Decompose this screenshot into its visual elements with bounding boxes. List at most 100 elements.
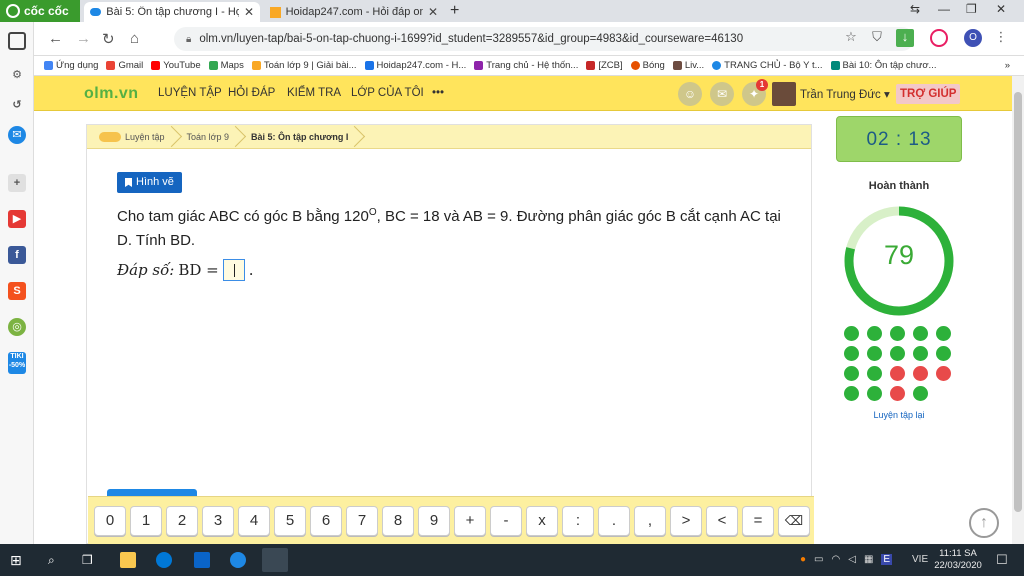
task-view-icon[interactable]: ❒ — [82, 552, 98, 568]
bookmarks-more-button[interactable]: » — [1005, 60, 1010, 71]
address-bar[interactable]: 🔒︎ olm.vn/luyen-tap/bai-5-on-tap-chuong-… — [174, 27, 914, 51]
back-arrow-icon[interactable]: ← — [48, 30, 63, 47]
nav-kiem-tra[interactable]: KIỂM TRA — [287, 87, 341, 99]
retry-link[interactable]: Luyện tập lại — [836, 410, 962, 420]
youtube-icon[interactable]: ▶ — [8, 210, 26, 228]
answer-input[interactable] — [222, 259, 245, 281]
tab-close-icon[interactable]: ✕ — [244, 5, 254, 19]
keypad-key[interactable]: 4 — [238, 505, 270, 536]
keypad-key[interactable]: - — [490, 505, 522, 536]
keyboard-icon[interactable]: ▦ — [864, 554, 873, 565]
bookmark-youtube[interactable]: YouTube — [151, 60, 201, 71]
unikey-icon[interactable]: E — [881, 554, 893, 565]
messenger-icon[interactable]: ✉ — [8, 126, 26, 144]
notifications-icon[interactable]: ☐ — [996, 552, 1012, 568]
keypad-key[interactable]: + — [454, 505, 486, 536]
keypad-key[interactable]: 0 — [94, 505, 126, 536]
avatar[interactable] — [772, 82, 796, 106]
keypad-key[interactable]: 5 — [274, 505, 306, 536]
bookmark-toan-lop-9[interactable]: Toán lớp 9 | Giải bài... — [251, 60, 357, 71]
tab-olm[interactable]: Bài 5: Ôn tập chương I - Học ✕ — [84, 2, 260, 22]
chat-icon[interactable]: ✉ — [710, 82, 734, 106]
more-menu-icon[interactable]: ⋮ — [992, 29, 1010, 47]
outlook-icon[interactable] — [194, 552, 210, 568]
keypad-key[interactable]: 3 — [202, 505, 234, 536]
keypad-key[interactable]: , — [634, 505, 666, 536]
keypad-key[interactable]: 2 — [166, 505, 198, 536]
scrollbar-thumb[interactable] — [1014, 92, 1022, 512]
language-indicator[interactable]: VIE — [912, 554, 928, 565]
search-icon[interactable]: ⌕ — [48, 552, 64, 568]
new-tab-button[interactable]: + — [450, 2, 459, 20]
user-menu[interactable]: Trần Trung Đức ▾ — [800, 87, 890, 101]
keypad-key[interactable]: 1 — [130, 505, 162, 536]
bookmark-maps[interactable]: Maps — [208, 60, 244, 71]
tab-search-icon[interactable]: ⇆ — [910, 2, 920, 16]
bookmark-gmail[interactable]: Gmail — [106, 60, 143, 71]
breadcrumb-item-toan-lop-9[interactable]: Toán lớp 9 — [175, 125, 239, 149]
tab-hoidap247[interactable]: Hoidap247.com - Hỏi đáp onl ✕ — [264, 2, 444, 22]
help-button[interactable]: TRỢ GIÚP — [896, 84, 961, 104]
keypad-key[interactable]: 9 — [418, 505, 450, 536]
backspace-key[interactable]: ⌫ — [778, 505, 810, 536]
tab-close-icon[interactable]: ✕ — [428, 5, 438, 19]
download-icon[interactable]: ↓ — [896, 29, 914, 47]
bookmark-bai-10[interactable]: Bài 10: Ôn tập chươ... — [830, 60, 936, 71]
close-window-icon[interactable]: ✕ — [996, 2, 1006, 16]
nav-lop-cua-toi[interactable]: LỚP CỦA TÔI — [351, 87, 424, 99]
bookmark-live[interactable]: Liv... — [672, 60, 704, 71]
page-scrollbar[interactable] — [1012, 76, 1024, 544]
history-icon[interactable]: ↺ — [8, 96, 26, 114]
nav-luyen-tap[interactable]: LUYỆN TẬP — [158, 87, 222, 99]
battery-icon[interactable]: ▭ — [814, 554, 823, 565]
keypad-key[interactable]: 6 — [310, 505, 342, 536]
bookmark-bong[interactable]: Bóng — [630, 60, 665, 71]
keypad-key[interactable]: 8 — [382, 505, 414, 536]
volume-icon[interactable]: ◁ — [848, 554, 856, 565]
forward-arrow-icon[interactable]: → — [76, 30, 91, 47]
keypad-key[interactable]: > — [670, 505, 702, 536]
settings-gear-icon[interactable]: ⚙ — [8, 66, 26, 84]
home-icon[interactable]: ⌂ — [130, 30, 139, 47]
coccoc-taskbar-icon[interactable] — [262, 548, 288, 572]
sidebar-toggle-icon[interactable] — [8, 32, 26, 50]
bookmark-hoidap247[interactable]: Hoidap247.com - H... — [364, 60, 466, 71]
bookmark-apps[interactable]: Ứng dụng — [44, 60, 98, 71]
keypad-key[interactable]: x — [526, 505, 558, 536]
windows-start-icon[interactable]: ⊞ — [10, 552, 26, 568]
breadcrumb-item-luyen-tap[interactable]: Luyện tập — [87, 125, 175, 149]
restore-icon[interactable]: ❐ — [966, 2, 977, 16]
keypad-key[interactable]: 7 — [346, 505, 378, 536]
keypad-key[interactable]: = — [742, 505, 774, 536]
shield-icon[interactable]: ⛉ — [868, 29, 886, 47]
tiki-sale-icon[interactable]: TIKI -50% — [8, 352, 26, 374]
nav-hoi-dap[interactable]: HỎI ĐÁP — [228, 87, 275, 99]
extension-icon[interactable] — [930, 29, 948, 47]
add-friend-icon[interactable]: ☺ — [678, 82, 702, 106]
bookmark-bo-y-te[interactable]: TRANG CHỦ - Bộ Y t... — [712, 60, 823, 71]
bookmark-trang-chu[interactable]: Trang chủ - Hệ thốn... — [474, 60, 578, 71]
file-explorer-icon[interactable] — [120, 552, 136, 568]
network-warning-icon[interactable]: ● — [800, 554, 806, 565]
add-shortcut-icon[interactable]: + — [8, 174, 26, 192]
figure-button[interactable]: Hình vẽ — [117, 172, 182, 193]
keypad-key[interactable]: : — [562, 505, 594, 536]
profile-avatar-icon[interactable]: O — [964, 29, 982, 47]
system-clock[interactable]: 11:11 SA 22/03/2020 — [930, 548, 986, 572]
coccoc-menu-button[interactable]: cốc cốc — [0, 0, 80, 22]
nav-more[interactable]: ••• — [432, 87, 444, 99]
scroll-to-top-button[interactable]: ↑ — [969, 508, 999, 538]
shopee-icon[interactable]: S — [8, 282, 26, 300]
keypad-key[interactable]: . — [598, 505, 630, 536]
bookmark-star-icon[interactable]: ☆ — [842, 29, 860, 47]
wifi-icon[interactable]: ◠ — [832, 554, 841, 565]
facebook-icon[interactable]: f — [8, 246, 26, 264]
bookmark-zcb[interactable]: [ZCB] — [586, 60, 623, 71]
keypad-key[interactable]: < — [706, 505, 738, 536]
skype-icon[interactable] — [156, 552, 172, 568]
reload-icon[interactable]: ↻ — [102, 30, 115, 48]
site-logo[interactable]: olm.vn — [84, 85, 139, 103]
coccoc-game-icon[interactable]: ◎ — [8, 318, 26, 336]
zalo-icon[interactable] — [230, 552, 246, 568]
minimize-icon[interactable]: — — [938, 2, 950, 16]
